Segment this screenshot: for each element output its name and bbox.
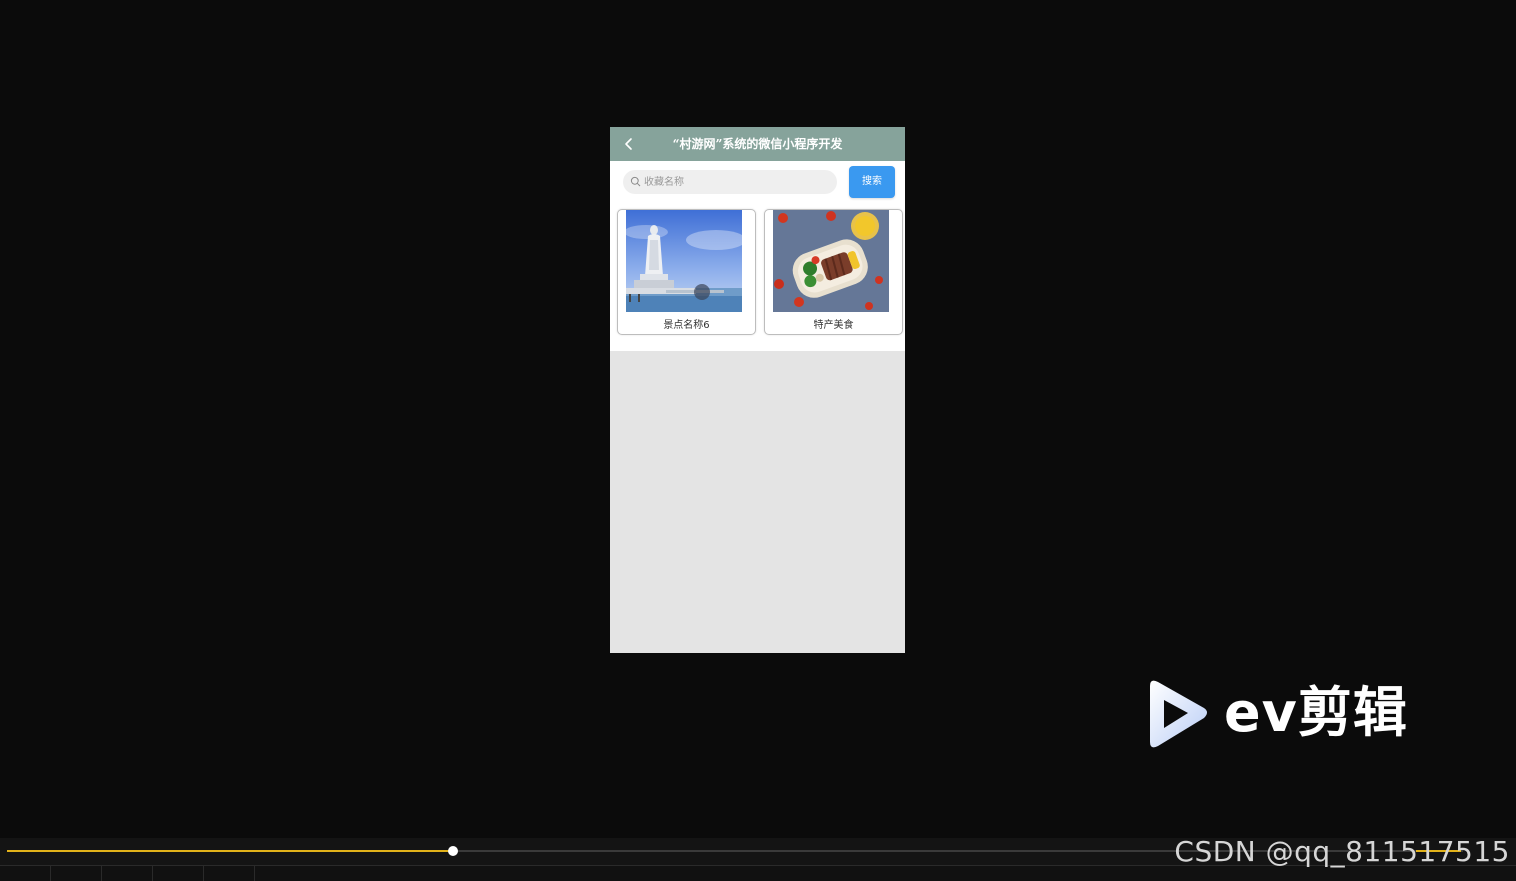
control-button[interactable] [153, 866, 204, 881]
search-input[interactable] [644, 170, 829, 194]
ev-editor-logo: ev剪辑 [1140, 676, 1440, 752]
search-button[interactable]: 搜索 [849, 166, 895, 198]
favorite-label: 景点名称6 [663, 320, 710, 331]
progress-thumb[interactable] [447, 846, 458, 856]
search-bar[interactable] [623, 170, 837, 194]
control-button[interactable] [51, 866, 102, 881]
scenic-spot-image [626, 210, 742, 312]
csdn-watermark: CSDN @qq_811517515 [1174, 835, 1510, 868]
nav-bar: “村游网”系统的微信小程序开发 [610, 127, 905, 161]
search-icon [630, 176, 641, 187]
favorite-label: 特产美食 [813, 320, 854, 331]
favorites-panel: 搜索 [610, 161, 905, 351]
favorite-card[interactable]: 景点名称6 [617, 209, 756, 335]
video-player-bar: CSDN @qq_811517515 [0, 816, 1516, 881]
control-button[interactable] [0, 866, 51, 881]
food-image [773, 210, 889, 312]
play-triangle-icon [1150, 680, 1207, 748]
miniprogram-screen: “村游网”系统的微信小程序开发 搜索 [610, 127, 905, 653]
favorite-card[interactable]: 特产美食 [764, 209, 903, 335]
control-button[interactable] [102, 866, 153, 881]
control-button[interactable] [204, 866, 255, 881]
progress-fill [7, 850, 453, 852]
page-title: “村游网”系统的微信小程序开发 [672, 137, 843, 151]
video-frame: “村游网”系统的微信小程序开发 搜索 [0, 0, 1516, 816]
logo-text: ev剪辑 [1224, 681, 1408, 744]
